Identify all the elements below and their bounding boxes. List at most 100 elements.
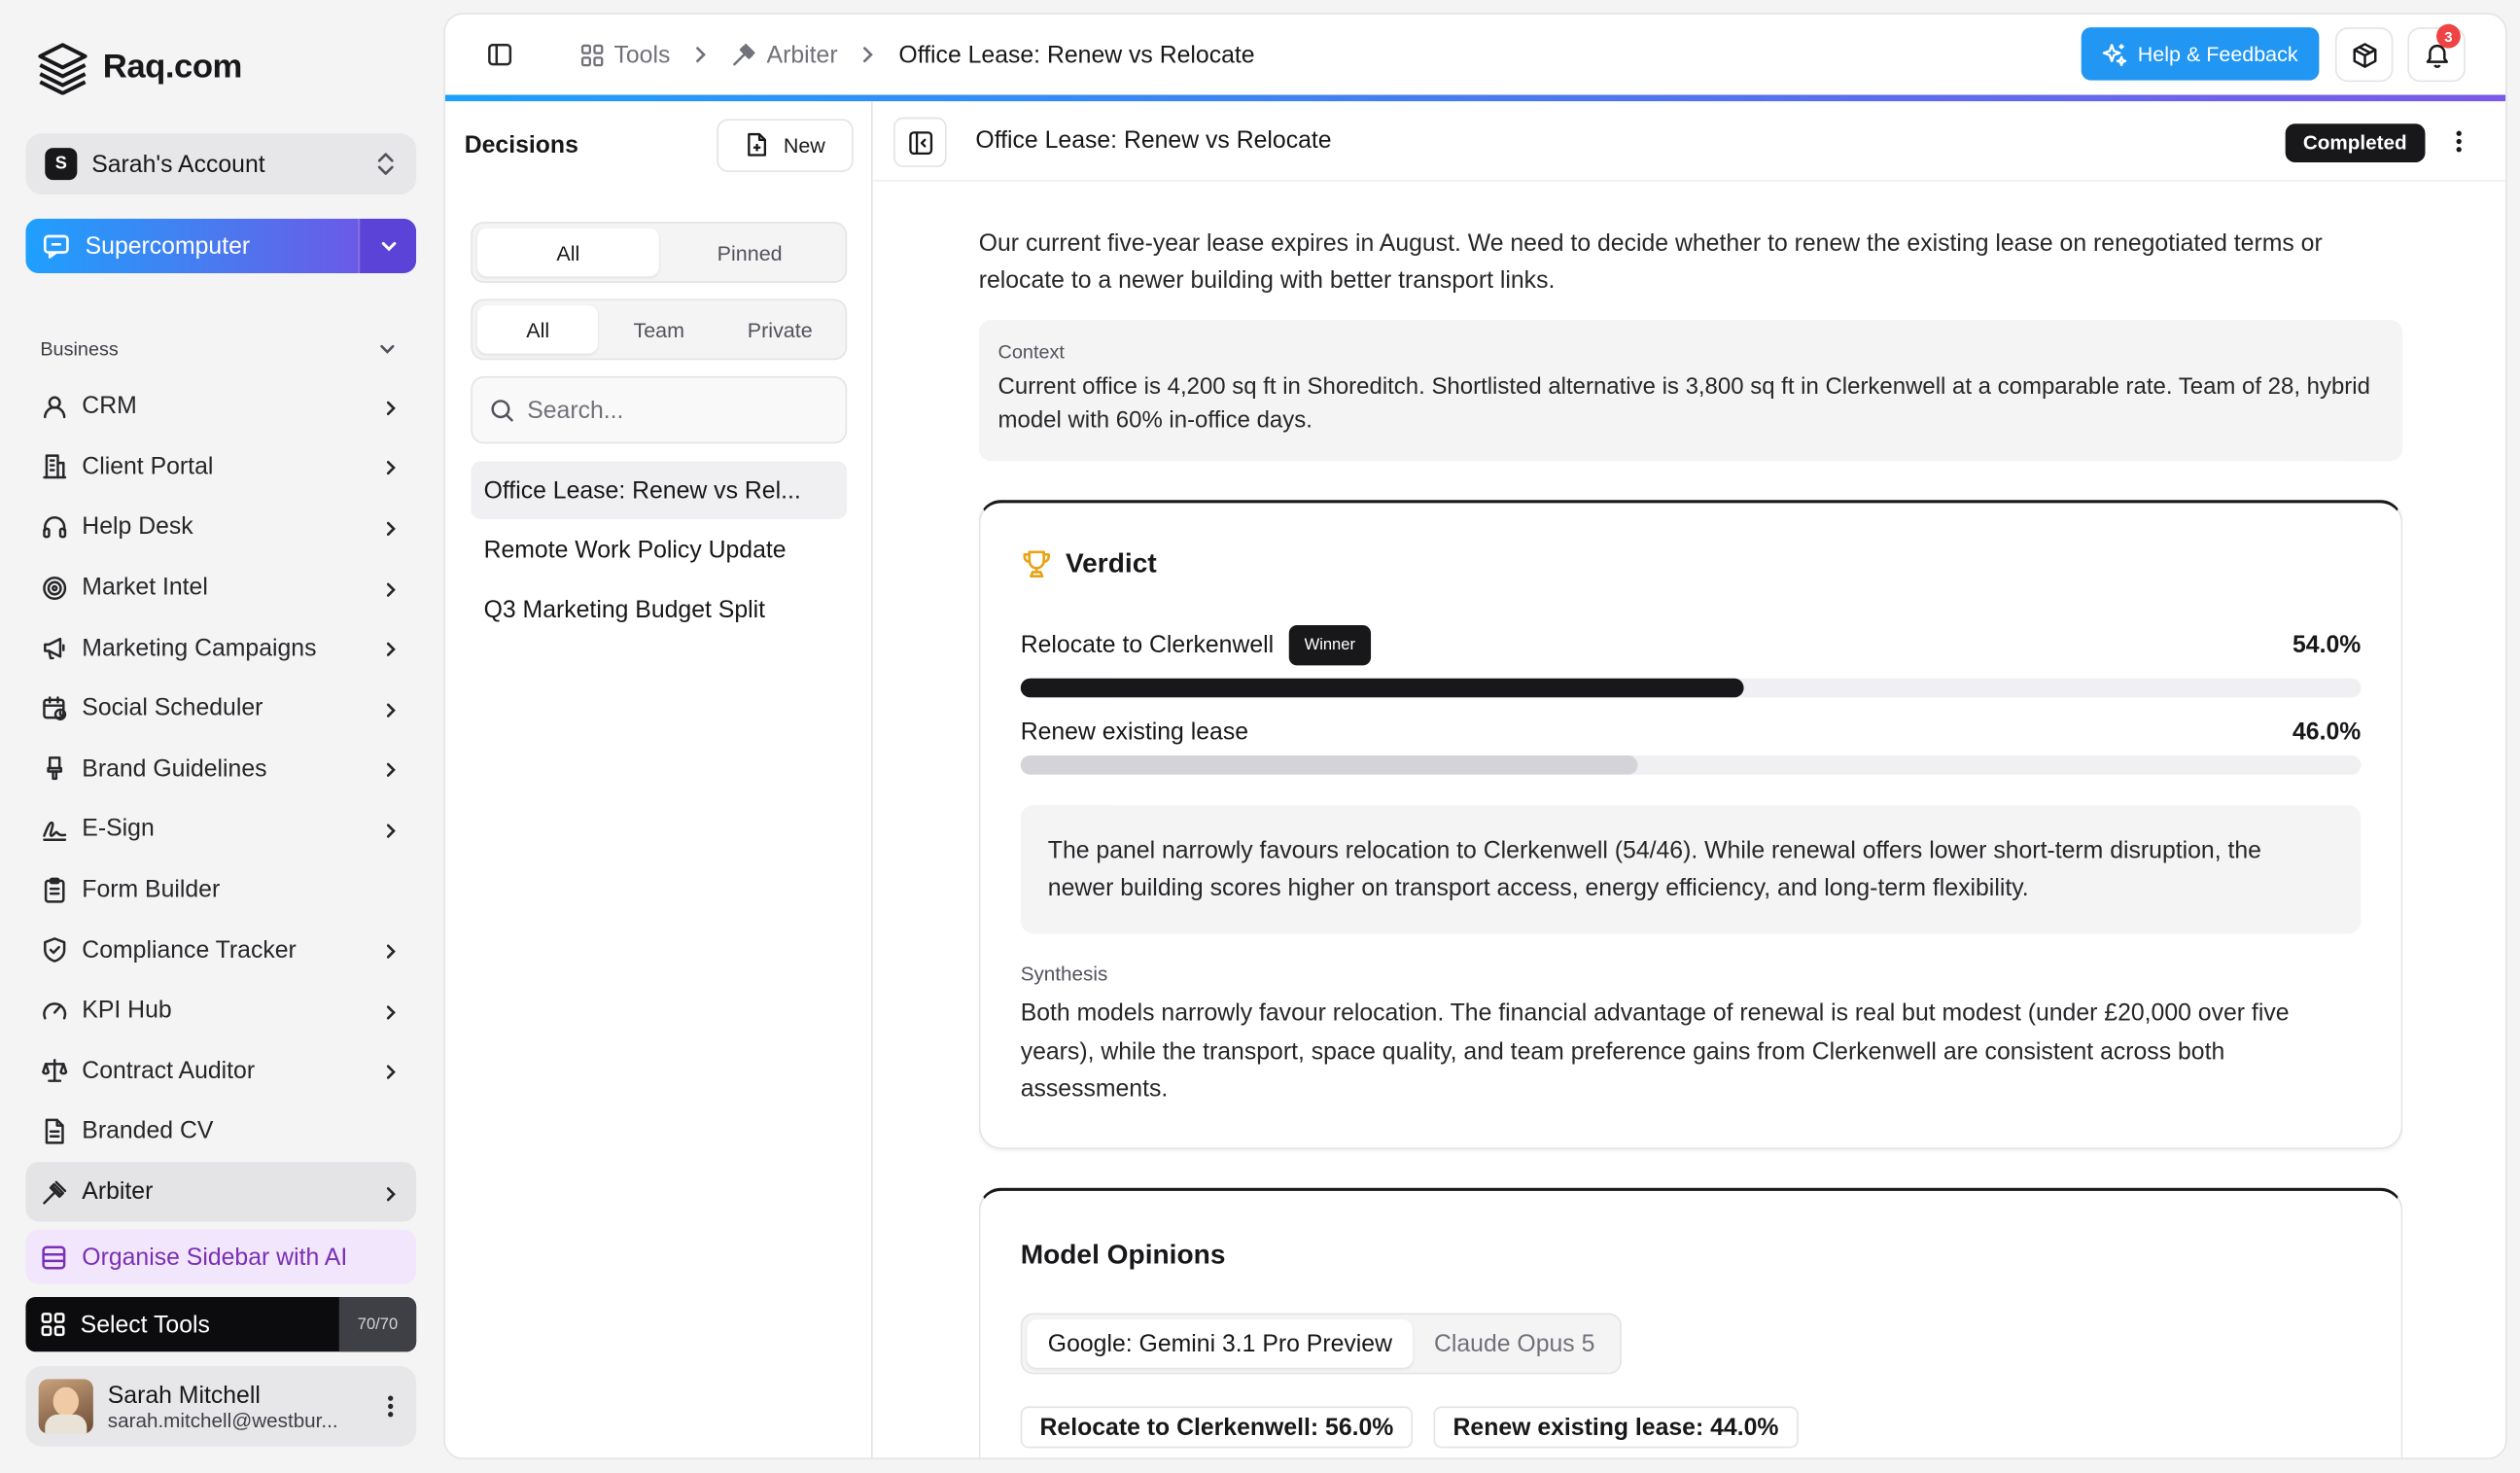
sidebar-item-compliance-tracker[interactable]: Compliance Tracker	[25, 920, 416, 980]
sidebar-item-label: CRM	[82, 392, 137, 420]
progress-fill	[1020, 754, 1637, 775]
sidebar-item-market-intel[interactable]: Market Intel	[25, 557, 416, 617]
chevron-right-icon	[381, 639, 401, 658]
supercomputer-button[interactable]: Supercomputer	[25, 218, 417, 274]
headset-icon	[40, 512, 69, 542]
organise-sidebar-button[interactable]: Organise Sidebar with AI	[25, 1229, 417, 1284]
sidebar-item-crm[interactable]: CRM	[25, 376, 416, 437]
context-text: Current office is 4,200 sq ft in Shoredi…	[998, 374, 2370, 435]
supercomputer-dropdown[interactable]	[358, 218, 417, 274]
sidebar-item-help-desk[interactable]: Help Desk	[25, 497, 416, 557]
winner-badge: Winner	[1288, 625, 1372, 666]
detail-content: Our current five-year lease expires in A…	[978, 182, 2403, 1458]
decision-item-remote-work[interactable]: Remote Work Policy Update	[471, 521, 847, 579]
search-icon	[491, 399, 513, 421]
user-menu-button[interactable]	[377, 1393, 402, 1419]
gauge-icon	[40, 996, 69, 1025]
filter-visibility-all[interactable]: All	[476, 305, 599, 354]
decisions-title: Decisions	[464, 130, 578, 158]
sidebar-item-arbiter[interactable]: Arbiter	[25, 1161, 417, 1222]
sidebar-item-label: Compliance Tracker	[82, 936, 297, 964]
organise-label: Organise Sidebar with AI	[82, 1243, 348, 1271]
sidebar-toggle-icon[interactable]	[487, 42, 512, 67]
chat-icon	[43, 234, 69, 259]
building-icon	[40, 452, 69, 481]
collapse-panel-button[interactable]	[893, 117, 947, 167]
layers-logo-icon	[38, 43, 88, 95]
decision-description: Our current five-year lease expires in A…	[978, 229, 2323, 295]
app-root: Raq.com S Sarah's Account Supercomputer …	[0, 0, 2520, 1472]
sidebar-item-brand-guidelines[interactable]: Brand Guidelines	[25, 739, 416, 799]
more-vertical-icon	[388, 1395, 394, 1418]
chevron-right-icon	[693, 45, 710, 64]
sidebar-item-client-portal[interactable]: Client Portal	[25, 437, 416, 497]
chevron-right-icon	[381, 1000, 401, 1020]
calendar-clock-icon	[40, 694, 69, 723]
context-label: Context	[998, 340, 1065, 364]
filter-visibility-segment: All Team Private	[471, 298, 848, 361]
sidebar-item-branded-cv[interactable]: Branded CV	[25, 1102, 416, 1162]
chevron-right-icon	[381, 1062, 401, 1081]
sidebar-item-label: KPI Hub	[82, 997, 172, 1025]
supercomputer-main[interactable]: Supercomputer	[25, 218, 359, 274]
filter-pinned-segment: All Pinned	[471, 222, 848, 283]
sidebar-item-e-sign[interactable]: E-Sign	[25, 799, 416, 859]
brush-icon	[40, 754, 69, 784]
filter-private[interactable]: Private	[719, 305, 841, 354]
account-switcher[interactable]: S Sarah's Account	[25, 133, 417, 195]
notifications-button[interactable]: 3	[2407, 23, 2466, 83]
decision-item-q3-budget[interactable]: Q3 Marketing Budget Split	[471, 580, 847, 639]
tab-gemini[interactable]: Google: Gemini 3.1 Pro Preview	[1027, 1319, 1414, 1368]
sparkles-icon	[2102, 43, 2127, 66]
tab-claude[interactable]: Claude Opus 5	[1413, 1319, 1615, 1368]
sidebar-nav: CRM Client Portal Help Desk Market Intel Mar…	[25, 376, 417, 1222]
chevrons-up-down-icon	[377, 153, 394, 175]
sidebar-item-form-builder[interactable]: Form Builder	[25, 859, 416, 920]
status-badge: Completed	[2285, 123, 2425, 162]
detail-header: Office Lease: Renew vs Relocate Complete…	[872, 101, 2506, 182]
logo[interactable]: Raq.com	[35, 40, 243, 95]
decision-item-office-lease[interactable]: Office Lease: Renew vs Rel...	[471, 461, 848, 519]
option-name: Renew existing lease	[1020, 718, 1249, 747]
detail-menu-button[interactable]	[2456, 128, 2463, 162]
breadcrumb-arbiter-label: Arbiter	[766, 41, 838, 69]
model-opinions-card: Model Opinions Google: Gemini 3.1 Pro Pr…	[978, 1187, 2403, 1458]
target-icon	[40, 573, 69, 602]
chevron-right-icon	[381, 397, 401, 416]
score-pill-renew: Renew existing lease: 44.0%	[1433, 1406, 1799, 1449]
filter-team[interactable]: Team	[598, 305, 719, 354]
select-tools-button[interactable]: Select Tools 70/70	[25, 1297, 417, 1352]
verdict-title: Verdict	[1065, 547, 1157, 579]
package-button[interactable]	[2334, 27, 2394, 83]
sidebar-item-label: Market Intel	[82, 574, 208, 602]
sidebar-item-marketing-campaigns[interactable]: Marketing Campaigns	[25, 617, 416, 678]
option-name-wrap: Renew existing lease	[1021, 719, 1248, 746]
gavel-icon	[733, 44, 755, 66]
user-email: sarah.mitchell@westbur...	[107, 1408, 338, 1432]
verdict-option-relocate: Relocate to Clerkenwell Winner 54.0%	[1020, 625, 2362, 698]
group-label: Business	[40, 337, 119, 361]
file-plus-icon	[748, 132, 767, 157]
chevron-down-icon	[380, 344, 395, 354]
sidebar-item-contract-auditor[interactable]: Contract Auditor	[25, 1040, 416, 1101]
search-input[interactable]	[527, 396, 817, 424]
user-profile[interactable]: Sarah Mitchell sarah.mitchell@westbur...	[25, 1366, 417, 1447]
clipboard-icon	[40, 875, 69, 904]
filter-pinned[interactable]: Pinned	[659, 228, 841, 277]
chevron-right-icon	[381, 457, 401, 476]
sidebar-item-social-scheduler[interactable]: Social Scheduler	[25, 679, 416, 739]
sidebar-item-kpi-hub[interactable]: KPI Hub	[25, 980, 416, 1040]
breadcrumb-tools[interactable]: Tools	[580, 41, 670, 68]
breadcrumb-arbiter[interactable]: Arbiter	[731, 41, 838, 69]
help-feedback-button[interactable]: Help & Feedback	[2081, 27, 2320, 81]
brand-name: Raq.com	[102, 48, 243, 86]
sidebar: Raq.com S Sarah's Account Supercomputer …	[0, 0, 443, 1472]
group-header-business[interactable]: Business	[40, 337, 397, 360]
grid-icon	[580, 43, 604, 66]
filter-all[interactable]: All	[476, 228, 659, 277]
sidebar-item-label: Social Scheduler	[82, 694, 263, 722]
new-decision-button[interactable]: New	[717, 118, 854, 172]
chevron-right-icon	[381, 578, 401, 597]
decisions-list: Office Lease: Renew vs Rel... Remote Wor…	[471, 461, 848, 639]
verdict-summary: The panel narrowly favours relocation to…	[1020, 805, 2362, 934]
